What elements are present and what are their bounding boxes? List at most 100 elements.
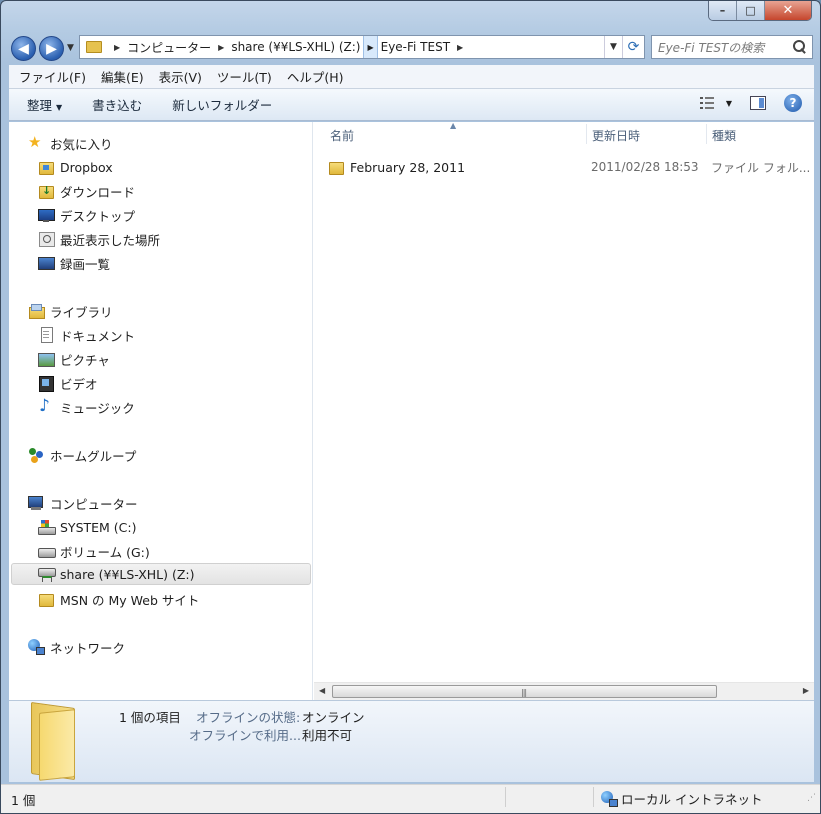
breadcrumb-eyefi[interactable]: Eye-Fi TEST xyxy=(381,40,450,54)
nav-share-z[interactable]: share (¥¥LS-XHL) (Z:) xyxy=(11,563,311,585)
new-folder-button[interactable]: 新しいフォルダー xyxy=(172,95,272,114)
recent-pages-dropdown[interactable]: ▼ xyxy=(67,43,74,53)
nav-pictures[interactable]: ピクチャ xyxy=(38,348,110,370)
nav-label: 最近表示した場所 xyxy=(60,232,161,248)
folder-icon xyxy=(38,591,54,607)
network-drive-icon xyxy=(38,566,56,582)
menu-help[interactable]: ヘルプ(H) xyxy=(287,67,344,86)
details-pane: 1 個の項目 オフラインの状態: オンライン オフラインで利用... 利用不可 xyxy=(9,700,814,782)
menu-file[interactable]: ファイル(F) xyxy=(19,67,86,86)
file-row[interactable]: February 28, 2011 2011/02/28 18:53 ファイル … xyxy=(328,156,814,178)
minimize-button[interactable]: – xyxy=(709,1,737,20)
nav-network[interactable]: ネットワーク xyxy=(28,636,125,658)
column-type[interactable]: 種類 xyxy=(712,122,812,148)
menu-tools[interactable]: ツール(T) xyxy=(217,67,272,86)
nav-documents[interactable]: ドキュメント xyxy=(38,324,135,346)
nav-videos[interactable]: ビデオ xyxy=(38,372,98,394)
file-type: ファイル フォル... xyxy=(711,160,811,175)
close-button[interactable]: ✕ xyxy=(765,1,811,20)
documents-icon xyxy=(38,327,54,343)
horizontal-scrollbar[interactable]: ◀ ||| ▶ xyxy=(314,682,814,700)
column-divider[interactable] xyxy=(586,124,587,144)
downloads-folder-icon xyxy=(38,183,54,199)
nav-label: ミュージック xyxy=(60,400,135,416)
recorded-tv-icon xyxy=(38,255,55,271)
status-divider xyxy=(593,787,594,807)
forward-arrow-icon: ▶ xyxy=(46,40,57,57)
column-name[interactable]: 名前 xyxy=(330,122,585,148)
offline-use-label: オフラインで利用... xyxy=(189,728,301,743)
nav-label: ビデオ xyxy=(60,376,98,392)
command-bar: 整理 ▼ 書き込む 新しいフォルダー ▼ ? xyxy=(9,89,814,121)
nav-homegroup[interactable]: ホームグループ xyxy=(28,444,136,466)
column-date[interactable]: 更新日時 xyxy=(592,122,702,148)
breadcrumb-computer[interactable]: コンピューター xyxy=(127,39,211,56)
scroll-right-icon[interactable]: ▶ xyxy=(803,686,809,695)
breadcrumb-share[interactable]: share (¥¥LS-XHL) (Z:) xyxy=(231,40,360,54)
menu-bar: ファイル(F) 編集(E) 表示(V) ツール(T) ヘルプ(H) xyxy=(9,65,814,89)
main-area: お気に入り Dropbox ダウンロード デスクトップ 最近表示した場所 録画一… xyxy=(9,121,814,700)
offline-status-value: オンライン xyxy=(302,710,365,725)
resize-grip-icon[interactable]: ⋰ xyxy=(807,793,816,803)
chevron-right-icon[interactable]: ▶ xyxy=(363,36,378,58)
maximize-button[interactable]: □ xyxy=(737,1,765,20)
address-history-dropdown[interactable]: ▼ xyxy=(604,36,622,58)
column-divider[interactable] xyxy=(706,124,707,144)
menu-view[interactable]: 表示(V) xyxy=(159,67,202,86)
nav-recorded-tv[interactable]: 録画一覧 xyxy=(38,252,110,274)
chevron-right-icon[interactable]: ▶ xyxy=(457,43,463,52)
nav-msn[interactable]: MSN の My Web サイト xyxy=(38,588,199,610)
nav-volume-g[interactable]: ボリューム (G:) xyxy=(38,540,150,562)
organize-button[interactable]: 整理 ▼ xyxy=(27,95,62,114)
computer-icon xyxy=(28,495,44,511)
file-name: February 28, 2011 xyxy=(350,159,466,175)
menu-edit[interactable]: 編集(E) xyxy=(101,67,144,86)
search-input[interactable]: Eye-Fi TESTの検索 xyxy=(651,35,813,59)
scrollbar-thumb[interactable]: ||| xyxy=(332,685,717,698)
folder-icon xyxy=(86,41,102,53)
homegroup-icon xyxy=(28,447,44,463)
security-zone: ローカル イントラネット xyxy=(601,789,762,808)
back-button[interactable]: ◀ xyxy=(11,36,36,61)
help-icon[interactable]: ? xyxy=(784,94,802,112)
search-placeholder: Eye-Fi TESTの検索 xyxy=(658,40,765,55)
chevron-right-icon[interactable]: ▶ xyxy=(218,43,224,52)
drive-icon xyxy=(38,543,56,559)
nav-dropbox[interactable]: Dropbox xyxy=(38,156,113,178)
refresh-icon[interactable]: ⟳ xyxy=(622,36,644,58)
nav-label: 録画一覧 xyxy=(60,256,111,272)
folder-icon xyxy=(328,159,344,175)
nav-recent-places[interactable]: 最近表示した場所 xyxy=(38,228,160,250)
status-item-count: 1 個 xyxy=(11,793,36,808)
zone-label: ローカル イントラネット xyxy=(621,792,763,807)
nav-favorites[interactable]: お気に入り xyxy=(28,132,113,154)
search-icon[interactable] xyxy=(793,40,807,54)
scroll-left-icon[interactable]: ◀ xyxy=(319,686,325,695)
chevron-down-icon: ▼ xyxy=(56,103,63,112)
nav-computer[interactable]: コンピューター xyxy=(28,492,138,514)
nav-music[interactable]: ミュージック xyxy=(38,396,135,418)
nav-label: ドキュメント xyxy=(60,328,136,344)
change-view-button[interactable]: ▼ xyxy=(699,96,732,110)
chevron-right-icon[interactable]: ▶ xyxy=(114,43,120,52)
nav-system-c[interactable]: SYSTEM (C:) xyxy=(38,516,137,538)
burn-button[interactable]: 書き込む xyxy=(92,95,142,114)
file-date: 2011/02/28 18:53 xyxy=(591,160,699,174)
nav-label: デスクトップ xyxy=(60,208,136,224)
star-icon xyxy=(28,133,44,151)
nav-libraries[interactable]: ライブラリ xyxy=(28,300,113,322)
nav-label: Dropbox xyxy=(60,159,113,175)
desktop-icon xyxy=(38,207,55,223)
nav-label: ダウンロード xyxy=(60,184,136,200)
large-folder-icon xyxy=(31,701,79,781)
caption-buttons: – □ ✕ xyxy=(708,1,812,21)
address-bar[interactable]: ▶ コンピューター ▶ share (¥¥LS-XHL) (Z:) ▶ Eye-… xyxy=(79,35,645,59)
status-divider xyxy=(505,787,506,807)
nav-desktop[interactable]: デスクトップ xyxy=(38,204,135,226)
nav-label: コンピューター xyxy=(50,496,138,512)
forward-button[interactable]: ▶ xyxy=(39,36,64,61)
nav-label: ライブラリ xyxy=(50,304,113,320)
nav-downloads[interactable]: ダウンロード xyxy=(38,180,135,202)
preview-pane-icon[interactable] xyxy=(750,96,766,110)
file-list: ▲ 名前 更新日時 種類 February 28, 2011 2011/02/2… xyxy=(314,121,814,700)
